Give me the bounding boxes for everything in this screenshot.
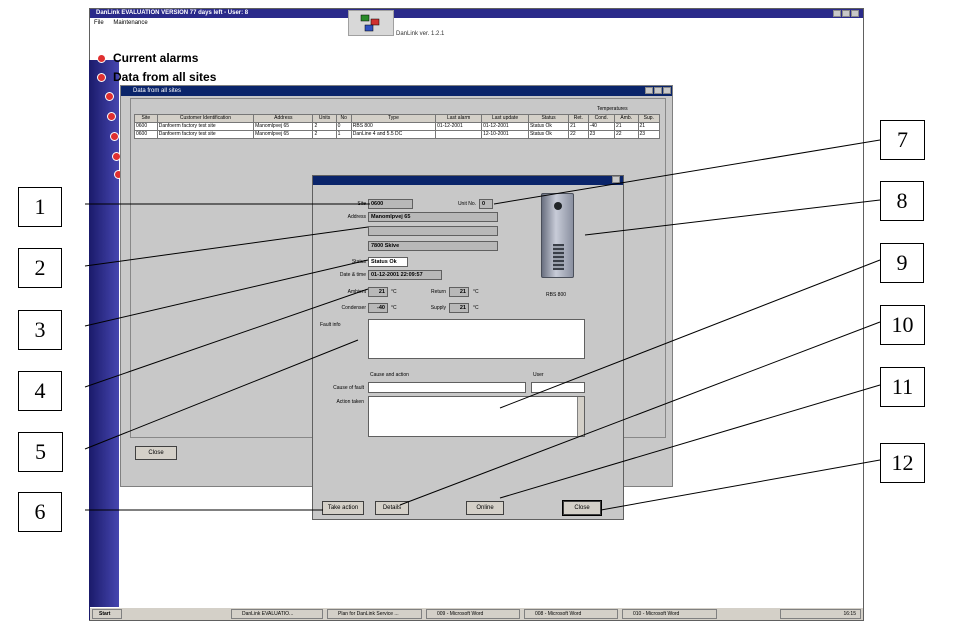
callout-8: 8	[880, 181, 924, 221]
callout-lines	[84, 139, 881, 511]
callout-5: 5	[18, 432, 63, 472]
callout-10: 10	[880, 305, 925, 345]
callout-2: 2	[18, 248, 62, 288]
callout-1: 1	[18, 187, 62, 227]
callout-3: 3	[18, 310, 62, 350]
callout-11: 11	[880, 367, 925, 407]
callout-7: 7	[880, 120, 925, 160]
callout-9: 9	[880, 243, 924, 283]
callout-6: 6	[18, 492, 62, 532]
callout-4: 4	[18, 371, 62, 411]
callout-12: 12	[880, 443, 925, 483]
